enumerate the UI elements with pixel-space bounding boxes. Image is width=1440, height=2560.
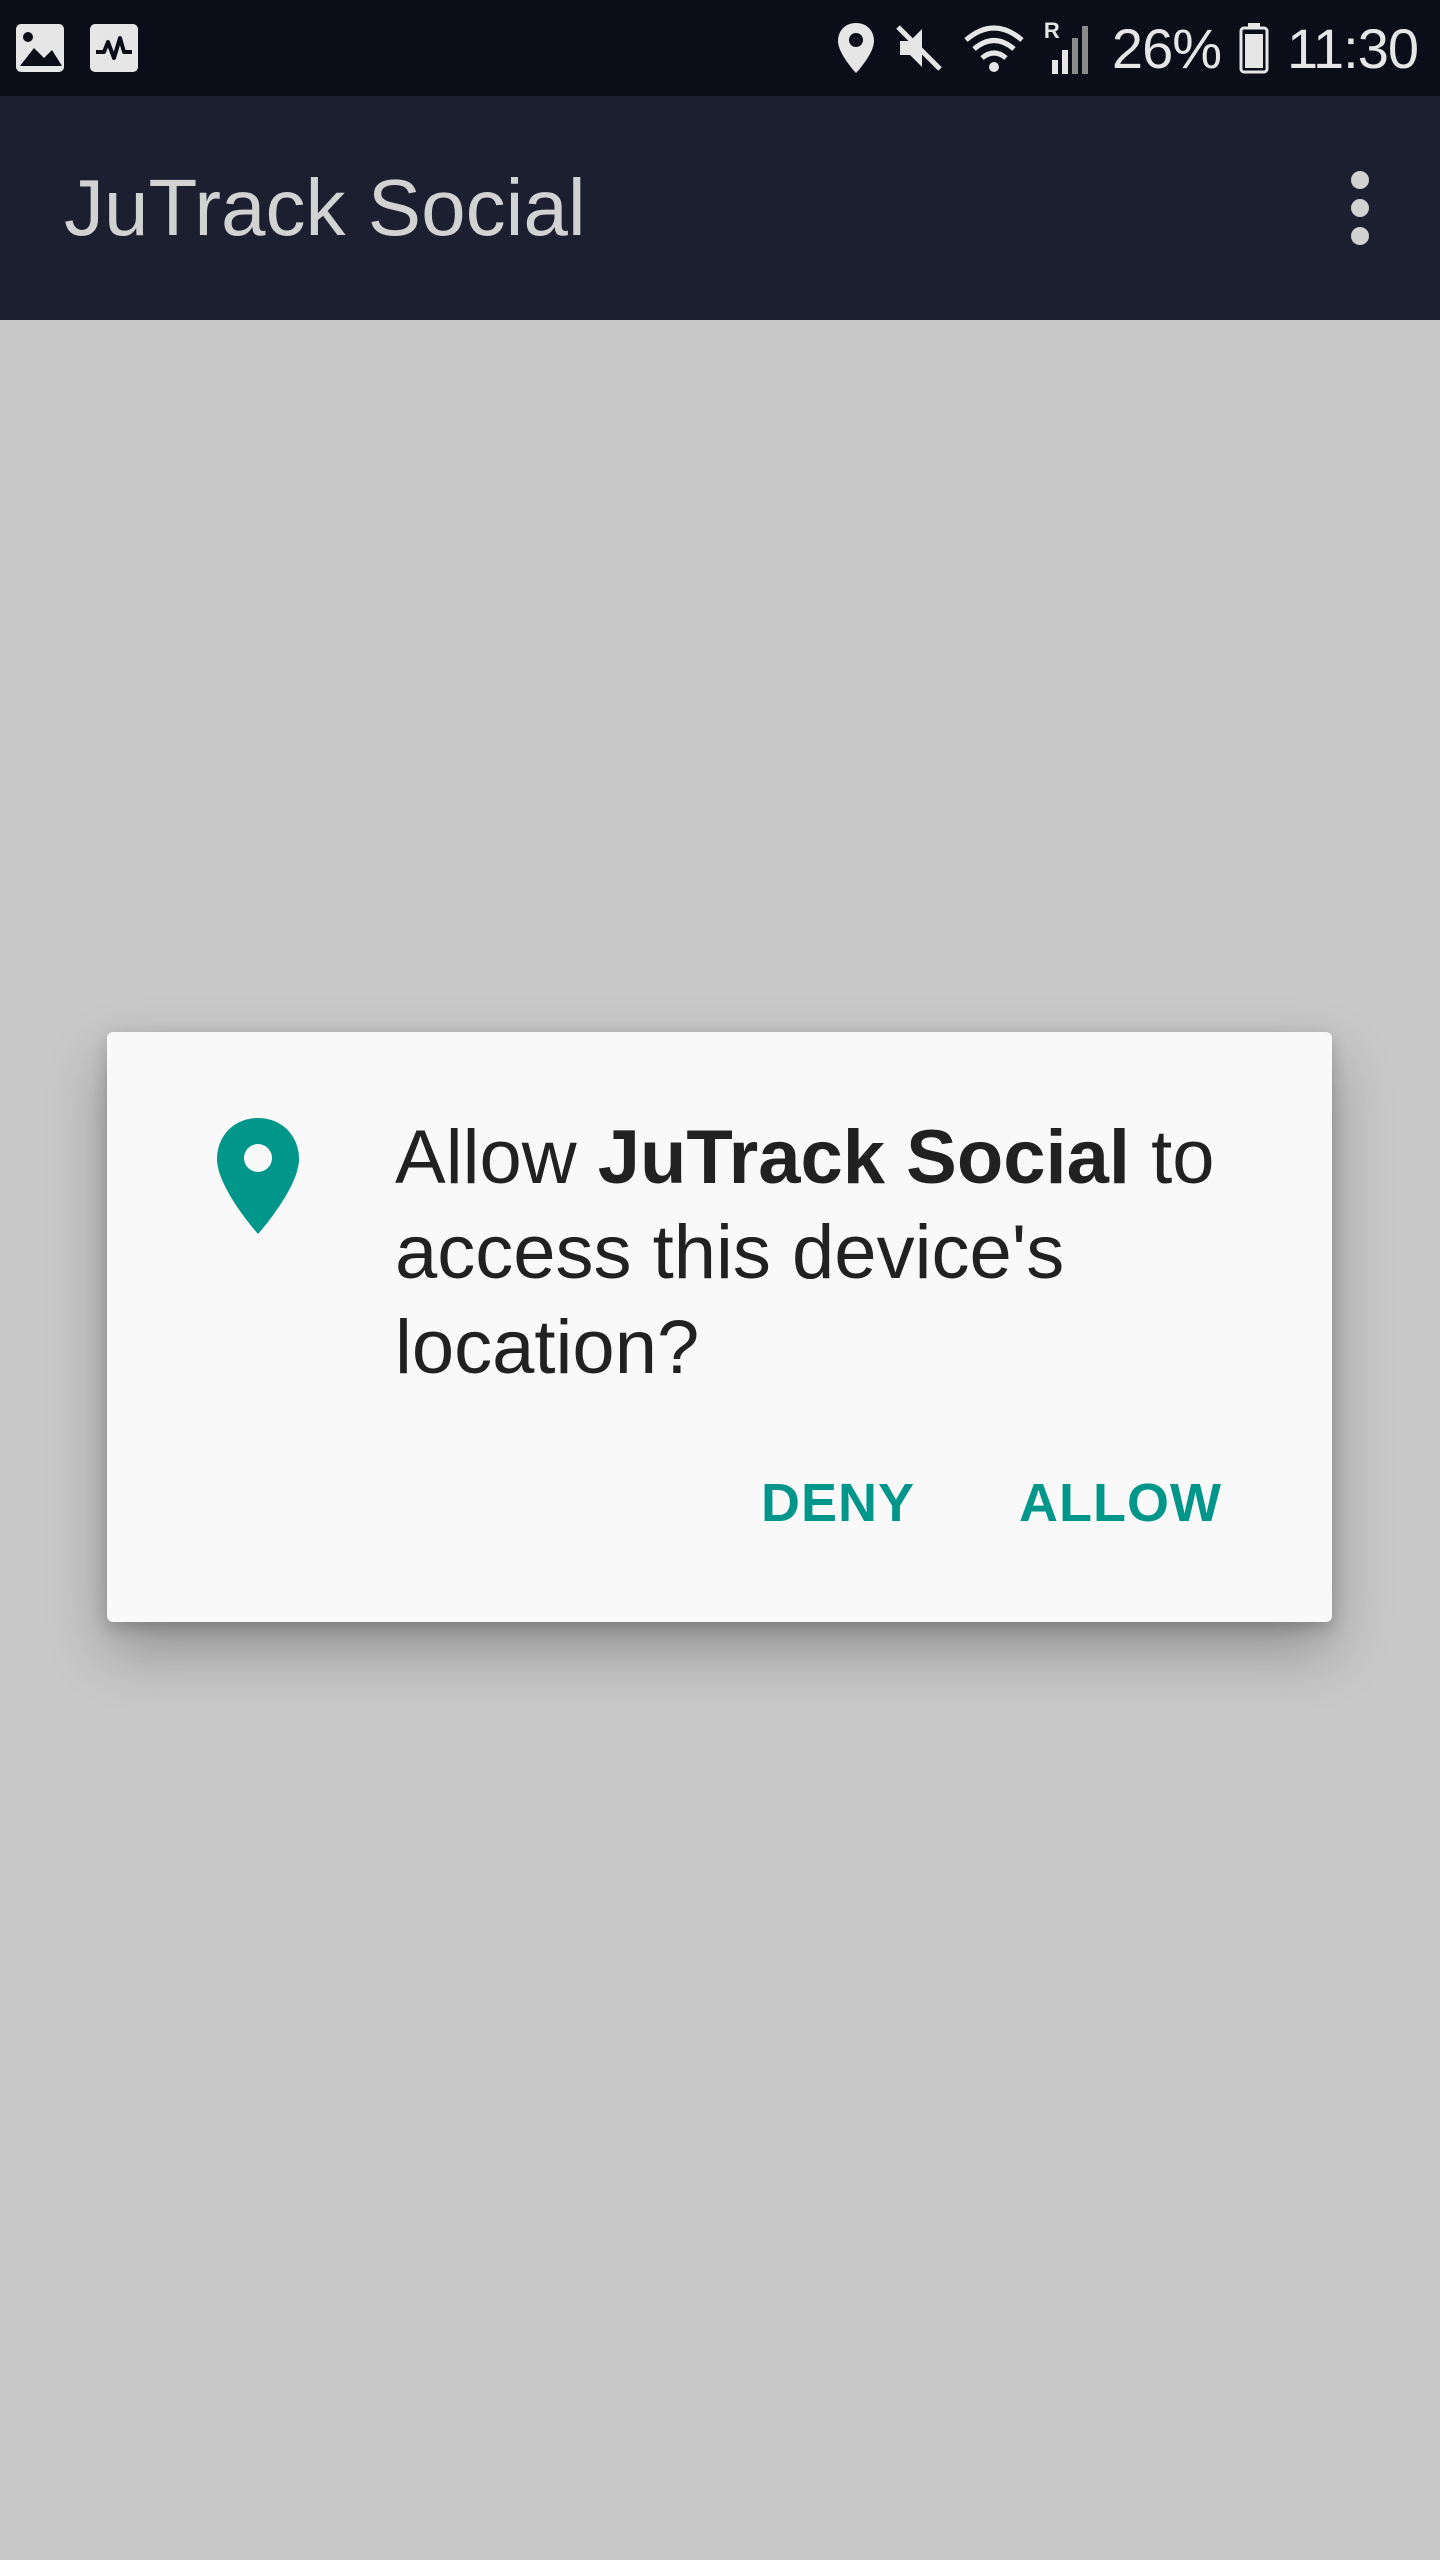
gallery-icon [16,24,64,72]
permission-dialog: Allow JuTrack Social to access this devi… [107,1032,1332,1622]
mute-icon [896,25,942,71]
overflow-menu-icon[interactable] [1320,168,1400,248]
allow-button[interactable]: ALLOW [1019,1472,1222,1534]
dialog-message: Allow JuTrack Social to access this devi… [395,1110,1275,1395]
status-bar: R 26% 11:30 [0,0,1440,96]
battery-percentage: 26% [1111,16,1222,80]
wifi-icon [964,25,1024,72]
clock: 11:30 [1287,16,1419,80]
location-pin-icon [217,1118,299,1234]
dialog-app-name: JuTrack Social [597,1115,1131,1200]
app-bar: JuTrack Social [0,96,1440,320]
location-icon [837,23,874,73]
dialog-actions: DENY ALLOW [761,1472,1222,1534]
deny-button[interactable]: DENY [761,1472,915,1534]
signal-icon: R [1044,18,1094,76]
app-title: JuTrack Social [64,163,586,252]
activity-icon [90,24,138,72]
message-prefix: Allow [395,1115,598,1200]
battery-icon [1239,23,1269,74]
